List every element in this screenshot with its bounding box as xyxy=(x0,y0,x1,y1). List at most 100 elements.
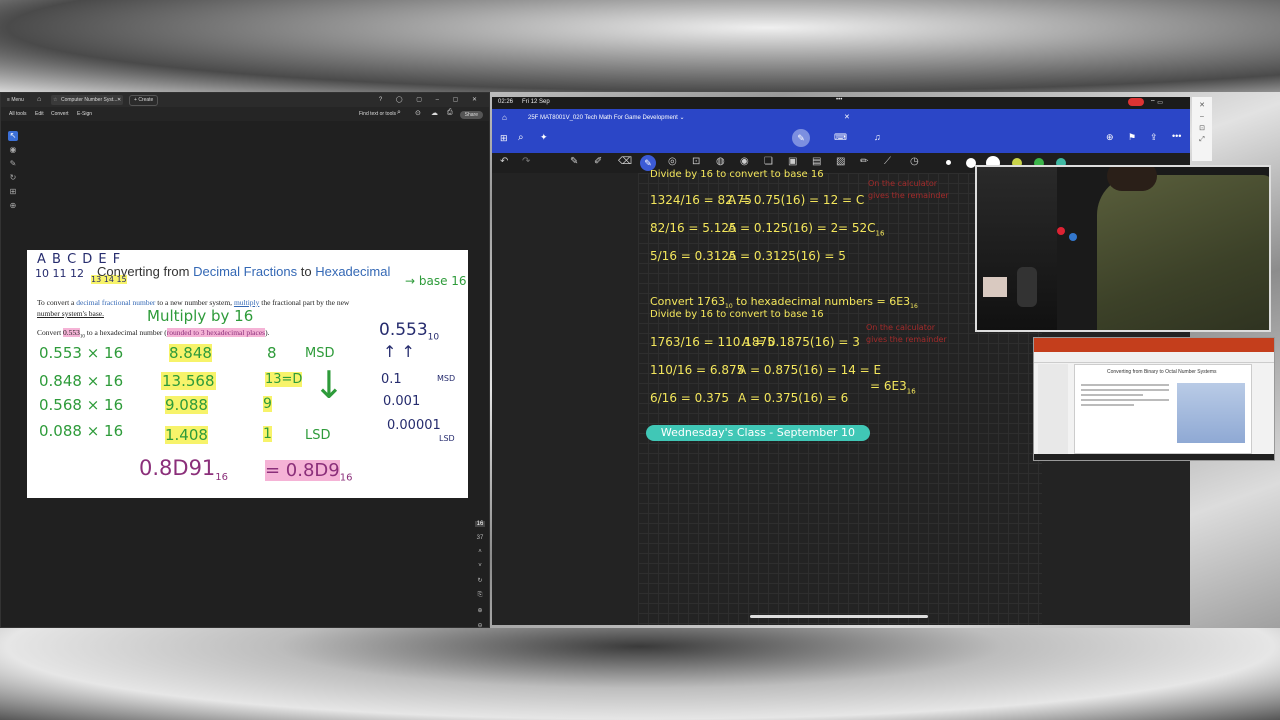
side-value: 0.55310 xyxy=(379,320,439,342)
pencil-icon[interactable]: ✏ xyxy=(860,156,868,167)
row-result-3: 9.088 xyxy=(165,396,208,414)
sticker-icon[interactable]: ❏ xyxy=(764,156,773,167)
red-note-2b: gives the remainder xyxy=(866,335,947,344)
right-col-1: 0.1 xyxy=(381,372,402,387)
menu-edit[interactable]: Edit xyxy=(35,111,44,117)
more-dots-icon[interactable]: ••• xyxy=(836,97,842,103)
convert-instruction: Convert 0.55310 to a hexadecimal number … xyxy=(37,328,269,340)
share-icon[interactable]: ⇪ xyxy=(1150,132,1158,143)
microphone-icon[interactable]: ♫ xyxy=(874,132,881,142)
page-number[interactable]: 16 xyxy=(475,521,485,527)
stamp-icon[interactable]: ⊕ xyxy=(8,201,18,211)
home-icon[interactable]: ⌂ xyxy=(502,113,507,122)
note-eq3-right: A = 0.3125(16) = 5 xyxy=(728,249,846,263)
row-result-3-text: 9.088 xyxy=(165,396,208,414)
minimize-icon[interactable]: – xyxy=(1192,113,1212,120)
zoom-out-icon[interactable]: ⊖ xyxy=(475,622,485,629)
eye-icon[interactable]: ◉ xyxy=(740,156,749,167)
screenshot-icon[interactable]: ⊡ xyxy=(1192,124,1212,132)
refresh-icon[interactable]: ↻ xyxy=(475,577,485,584)
save-icon[interactable]: ⎘ xyxy=(475,592,485,599)
note-divide-1: Divide by 16 to convert to base 16 xyxy=(650,169,824,180)
menu-convert[interactable]: Convert xyxy=(51,111,69,117)
text-box-icon[interactable]: ▤ xyxy=(812,156,821,167)
row-result-2-text: 13.568 xyxy=(161,372,216,390)
shapes-icon[interactable]: ◎ xyxy=(668,156,677,167)
undo-icon[interactable]: ↶ xyxy=(500,156,508,167)
notebook-title[interactable]: 25F MAT8001V_020 Tech Math For Game Deve… xyxy=(528,114,685,121)
acrobat-window: ≡ Menu ⌂ ☆ Computer Number Syst... ✕ + C… xyxy=(0,92,490,629)
powerpoint-taskbar xyxy=(1034,454,1274,460)
row-result-1: 8.848 xyxy=(169,344,212,362)
document-tab[interactable]: ☆ Computer Number Syst... ✕ xyxy=(51,95,123,105)
menu-all-tools[interactable]: All tools xyxy=(9,111,27,117)
row-result-4-text: 1.408 xyxy=(165,426,208,444)
redo-icon[interactable]: ↷ xyxy=(522,156,530,167)
chevron-up-icon[interactable]: ˄ xyxy=(475,549,485,555)
search-icon[interactable]: ⌕ xyxy=(518,132,524,143)
note-result-2-sub: 16 xyxy=(906,387,916,396)
intro-text-3: the fractional part by the new xyxy=(259,298,350,307)
camera-icon[interactable]: ◍ xyxy=(716,156,725,167)
eraser-icon[interactable]: ⌫ xyxy=(618,156,632,167)
grid-view-icon[interactable]: ⊞ xyxy=(500,133,508,144)
menu-button[interactable]: ≡ Menu xyxy=(7,97,24,103)
convert-suffix: to a hexadecimal number ( xyxy=(84,328,167,337)
ipad-navigation-bar: ⌂ 25F MAT8001V_020 Tech Math For Game De… xyxy=(492,109,1190,153)
pen-tool-icon[interactable]: ✎ xyxy=(570,156,578,167)
loop-icon[interactable]: ↻ xyxy=(8,173,18,183)
photo-icon[interactable]: ▣ xyxy=(788,156,797,167)
acrobat-tab-bar: ≡ Menu ⌂ ☆ Computer Number Syst... ✕ + C… xyxy=(1,93,489,107)
bookmark-icon[interactable]: ⊙ xyxy=(415,109,421,117)
more-icon[interactable]: ••• xyxy=(1172,131,1181,141)
row-digit-1: 8 xyxy=(267,344,277,362)
close-icon[interactable]: ✕ xyxy=(1192,101,1212,109)
home-indicator[interactable] xyxy=(750,615,928,618)
print-icon[interactable]: ⎙ xyxy=(447,109,453,117)
close-tab-icon[interactable]: ✕ xyxy=(117,97,121,103)
zoom-in-icon[interactable]: ⊕ xyxy=(475,607,485,614)
pen-size-small-icon[interactable] xyxy=(946,160,951,165)
pencil-mode-icon[interactable]: ✎ xyxy=(792,129,810,147)
cloud-icon[interactable]: ☁ xyxy=(431,109,438,117)
intro-link-1: decimal fractional number xyxy=(76,298,156,307)
document-tab-title: Computer Number Syst... xyxy=(61,97,118,103)
add-page-icon[interactable]: ⊕ xyxy=(1106,132,1114,143)
keyboard-icon[interactable]: ⌨ xyxy=(834,132,847,143)
slide-title: Converting from Binary to Octal Number S… xyxy=(1107,369,1217,375)
highlighter-icon[interactable]: ✐ xyxy=(594,156,602,167)
home-icon[interactable]: ⌂ xyxy=(37,96,41,103)
menu-esign[interactable]: E-Sign xyxy=(77,111,92,117)
pen-icon[interactable]: ✎ xyxy=(8,159,18,169)
red-note-1a: On the calculator xyxy=(868,179,938,188)
sparkle-icon[interactable]: ✦ xyxy=(540,132,548,143)
comment-icon[interactable]: ◉ xyxy=(8,145,18,155)
find-tools-input[interactable]: Find text or tools xyxy=(359,111,396,117)
desktop-background-top xyxy=(0,0,1280,92)
select-cursor-icon[interactable]: ↖ xyxy=(8,131,18,141)
base16-note: → base 16 xyxy=(405,274,467,288)
window-controls[interactable]: ? ◯ ▢ – ▢ ✕ xyxy=(379,96,483,103)
share-button[interactable]: Share xyxy=(459,111,483,119)
chevron-down-icon[interactable]: ˅ xyxy=(475,563,485,569)
intro-line-1: To convert a decimal fractional number t… xyxy=(37,298,349,307)
text-select-icon[interactable]: ⊞ xyxy=(8,187,18,197)
image-insert-icon[interactable]: ▨ xyxy=(836,156,845,167)
webcam-head xyxy=(1107,167,1157,191)
ruler-icon[interactable]: ⟋ xyxy=(884,156,891,167)
close-icon[interactable]: ✕ xyxy=(844,113,850,121)
page-title: Converting from Decimal Fractions to Hex… xyxy=(97,264,390,279)
webcam-overlay xyxy=(975,165,1271,332)
note-result-2-text: = 6E3 xyxy=(870,379,907,393)
note-convert-2: Convert 176310 to hexadecimal numbers = … xyxy=(650,295,918,310)
note-eq6-right: A = 0.375(16) = 6 xyxy=(738,391,849,405)
create-button[interactable]: + Create xyxy=(129,95,159,106)
bookmark-icon[interactable]: ⚑ xyxy=(1128,132,1136,143)
image-icon[interactable]: ⊡ xyxy=(692,156,700,167)
side-value-text: 0.553 xyxy=(379,320,428,340)
note-eq2-right: A = 0.125(16) = 2 xyxy=(728,221,839,235)
fullscreen-icon[interactable]: ⤢ xyxy=(1192,136,1212,144)
timer-icon[interactable]: ◷ xyxy=(910,156,919,167)
right-col-3: 0.00001 xyxy=(387,418,441,433)
search-icon[interactable]: ⌕ xyxy=(397,109,401,117)
